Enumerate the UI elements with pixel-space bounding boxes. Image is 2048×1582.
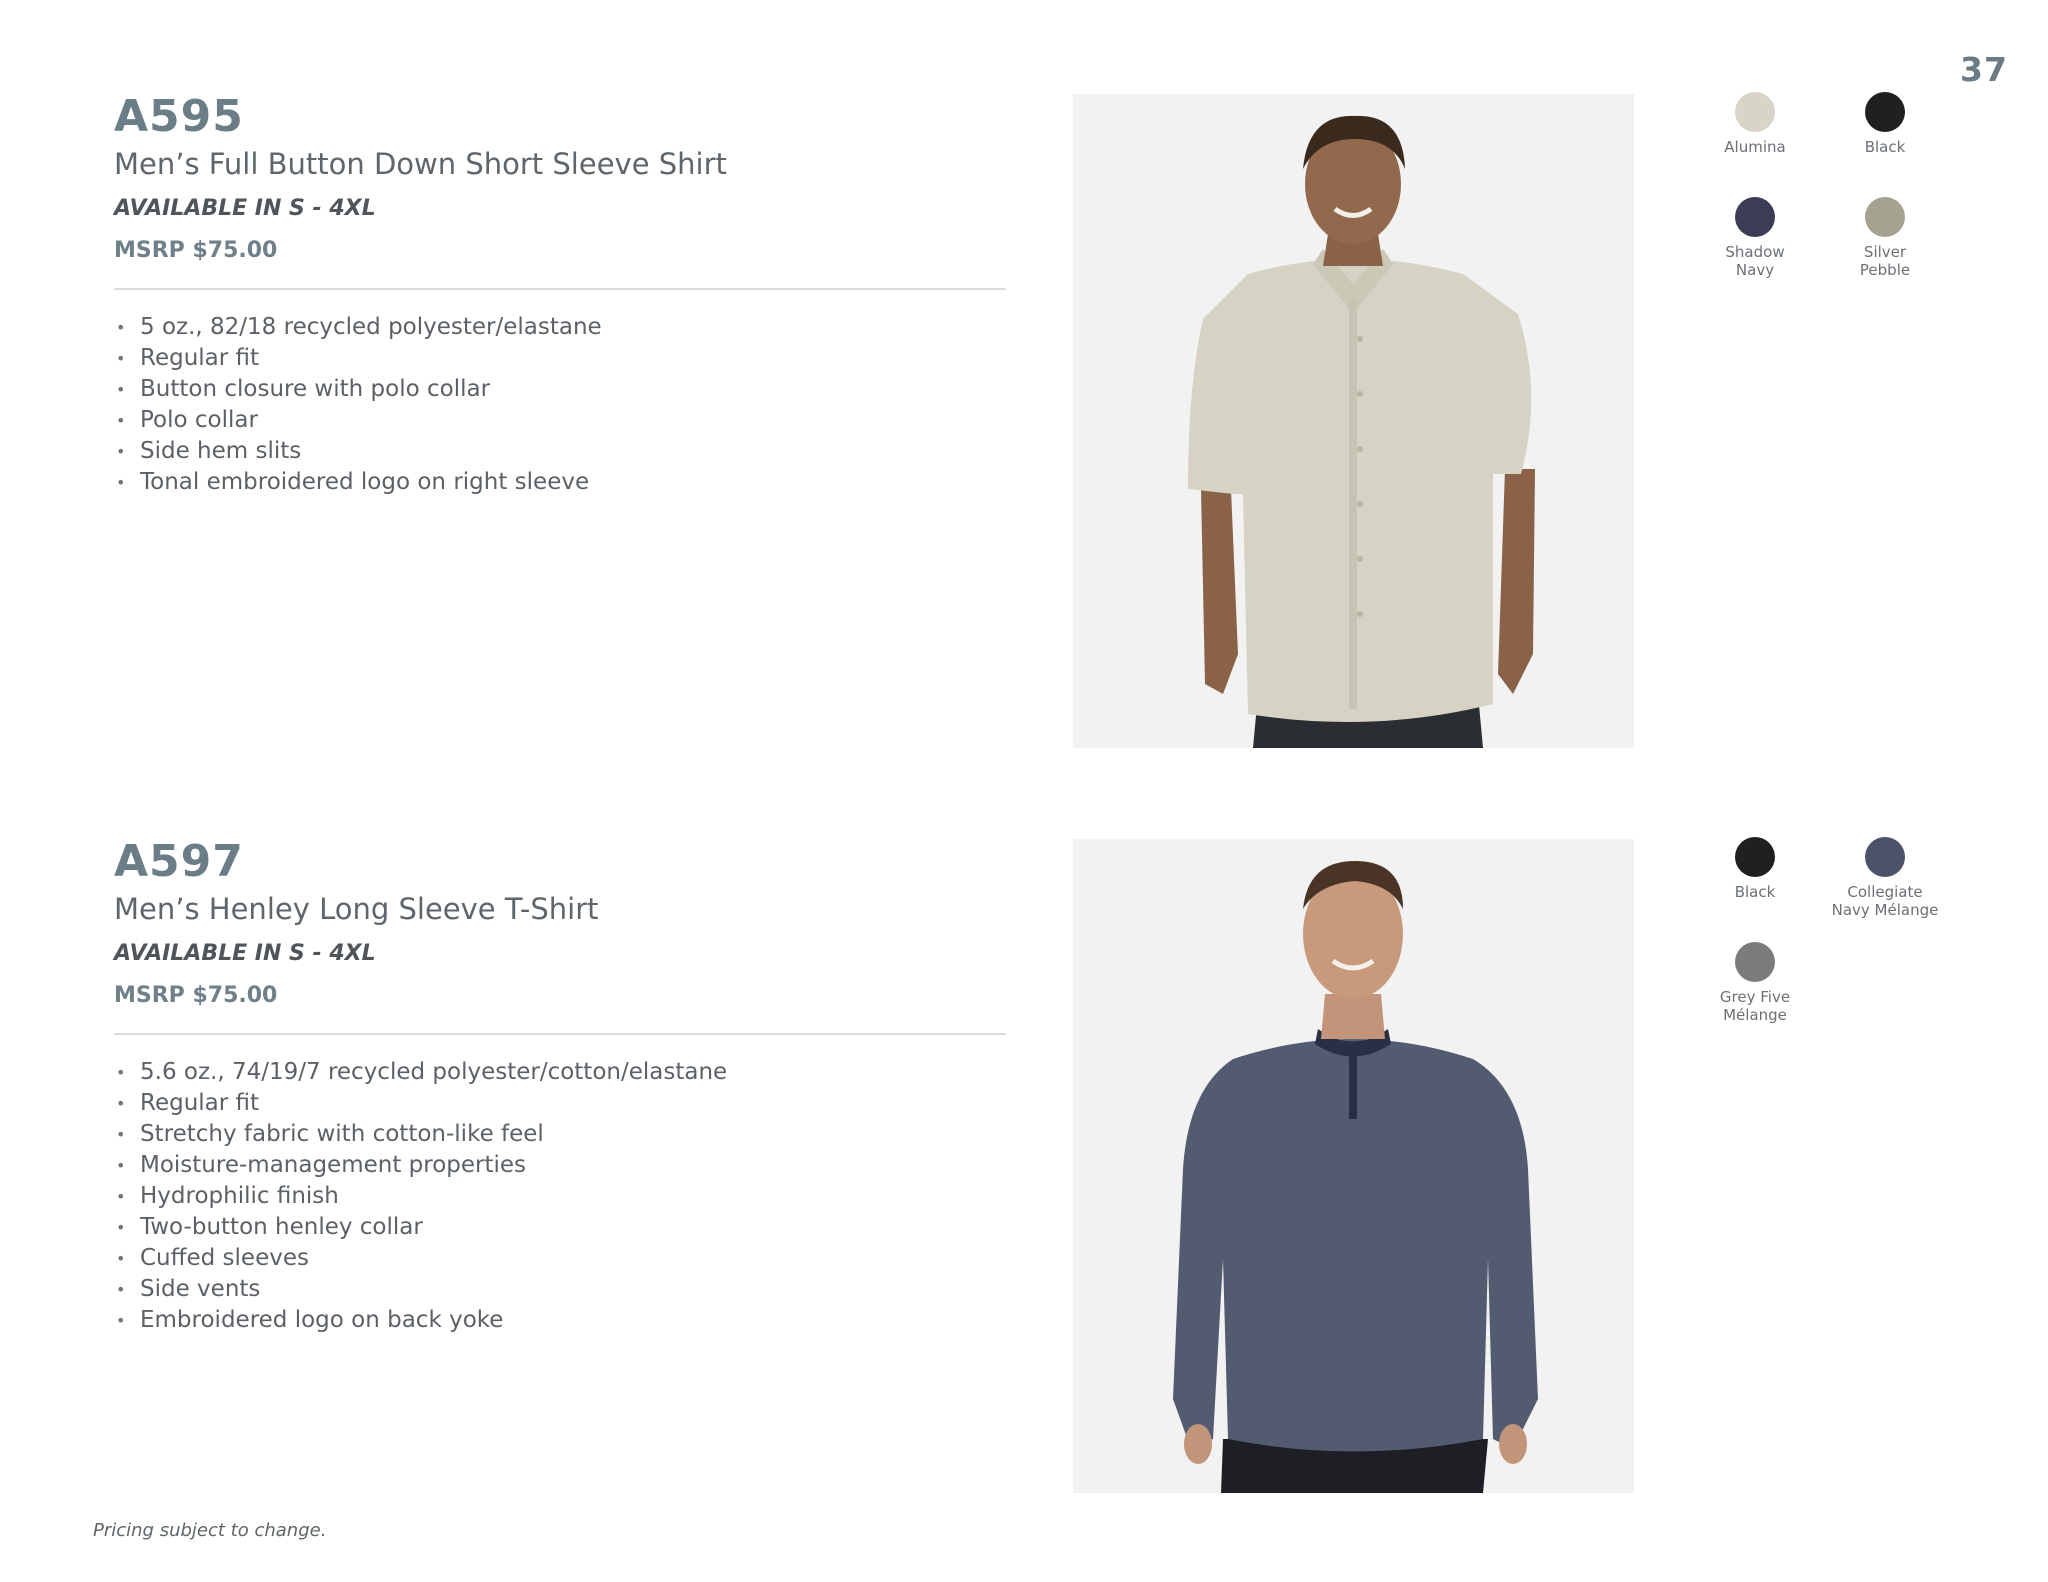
swatch-dot bbox=[1865, 197, 1905, 237]
feature-item: Embroidered logo on back yoke bbox=[114, 1305, 1006, 1336]
feature-item: Side hem slits bbox=[114, 436, 1006, 467]
swatch-dot bbox=[1735, 197, 1775, 237]
product-a597: A597 Men’s Henley Long Sleeve T-Shirt AV… bbox=[0, 835, 2048, 1495]
product-photo bbox=[1073, 839, 1634, 1493]
product-a595: A595 Men’s Full Button Down Short Sleeve… bbox=[0, 90, 2048, 750]
feature-item: 5.6 oz., 74/19/7 recycled polyester/cott… bbox=[114, 1057, 1006, 1088]
color-swatch[interactable]: Collegiate Navy Mélange bbox=[1820, 837, 1950, 919]
page-number: 37 bbox=[1960, 50, 2008, 89]
product-name: Men’s Full Button Down Short Sleeve Shir… bbox=[114, 147, 727, 181]
swatch-dot bbox=[1865, 92, 1905, 132]
pricing-disclaimer: Pricing subject to change. bbox=[93, 1520, 327, 1541]
swatch-dot bbox=[1865, 837, 1905, 877]
model-short-sleeve-shirt-image bbox=[1073, 94, 1634, 748]
product-photo bbox=[1073, 94, 1634, 748]
feature-list: 5.6 oz., 74/19/7 recycled polyester/cott… bbox=[114, 1057, 1006, 1336]
feature-item: Regular fit bbox=[114, 1088, 1006, 1119]
feature-item: Tonal embroidered logo on right sleeve bbox=[114, 467, 1006, 498]
feature-item: Hydrophilic finish bbox=[114, 1181, 1006, 1212]
swatch-label: Collegiate Navy Mélange bbox=[1831, 883, 1939, 919]
product-name: Men’s Henley Long Sleeve T-Shirt bbox=[114, 892, 599, 926]
product-code: A597 bbox=[114, 836, 244, 887]
color-swatches: Black Collegiate Navy Mélange Grey Five Mé… bbox=[1690, 835, 1950, 1135]
swatch-label: Black bbox=[1734, 883, 1776, 901]
feature-item: Stretchy fabric with cotton-like feel bbox=[114, 1119, 1006, 1150]
swatch-label: Silver Pebble bbox=[1859, 243, 1911, 279]
color-swatch[interactable]: Grey Five Mélange bbox=[1690, 942, 1820, 1024]
size-availability: AVAILABLE IN S - 4XL bbox=[114, 196, 376, 221]
product-info: A595 Men’s Full Button Down Short Sleeve… bbox=[114, 90, 1006, 498]
swatch-dot bbox=[1735, 942, 1775, 982]
color-swatch[interactable]: Shadow Navy bbox=[1690, 197, 1820, 279]
divider bbox=[114, 288, 1006, 290]
divider bbox=[114, 1033, 1006, 1035]
feature-item: Polo collar bbox=[114, 405, 1006, 436]
feature-item: Cuffed sleeves bbox=[114, 1243, 1006, 1274]
feature-item: Regular fit bbox=[114, 343, 1006, 374]
color-swatch[interactable]: Alumina bbox=[1690, 92, 1820, 156]
product-code: A595 bbox=[114, 91, 244, 142]
feature-item: Button closure with polo collar bbox=[114, 374, 1006, 405]
size-availability: AVAILABLE IN S - 4XL bbox=[114, 941, 376, 966]
swatch-label: Alumina bbox=[1724, 138, 1786, 156]
feature-list: 5 oz., 82/18 recycled polyester/elastane… bbox=[114, 312, 1006, 498]
feature-item: Moisture-management properties bbox=[114, 1150, 1006, 1181]
feature-item: Two-button henley collar bbox=[114, 1212, 1006, 1243]
msrp-price: MSRP $75.00 bbox=[114, 238, 278, 263]
product-info: A597 Men’s Henley Long Sleeve T-Shirt AV… bbox=[114, 835, 1006, 1336]
swatch-label: Shadow Navy bbox=[1725, 243, 1785, 279]
color-swatch[interactable]: Silver Pebble bbox=[1820, 197, 1950, 279]
swatch-dot bbox=[1735, 92, 1775, 132]
color-swatch[interactable]: Black bbox=[1690, 837, 1820, 901]
model-henley-long-sleeve-image bbox=[1073, 839, 1634, 1493]
feature-item: 5 oz., 82/18 recycled polyester/elastane bbox=[114, 312, 1006, 343]
color-swatch[interactable]: Black bbox=[1820, 92, 1950, 156]
swatch-label: Black bbox=[1864, 138, 1906, 156]
color-swatches: Alumina Black Shadow Navy Silver Pebble bbox=[1690, 90, 1950, 390]
msrp-price: MSRP $75.00 bbox=[114, 983, 278, 1008]
swatch-label: Grey Five Mélange bbox=[1719, 988, 1791, 1024]
feature-item: Side vents bbox=[114, 1274, 1006, 1305]
swatch-dot bbox=[1735, 837, 1775, 877]
